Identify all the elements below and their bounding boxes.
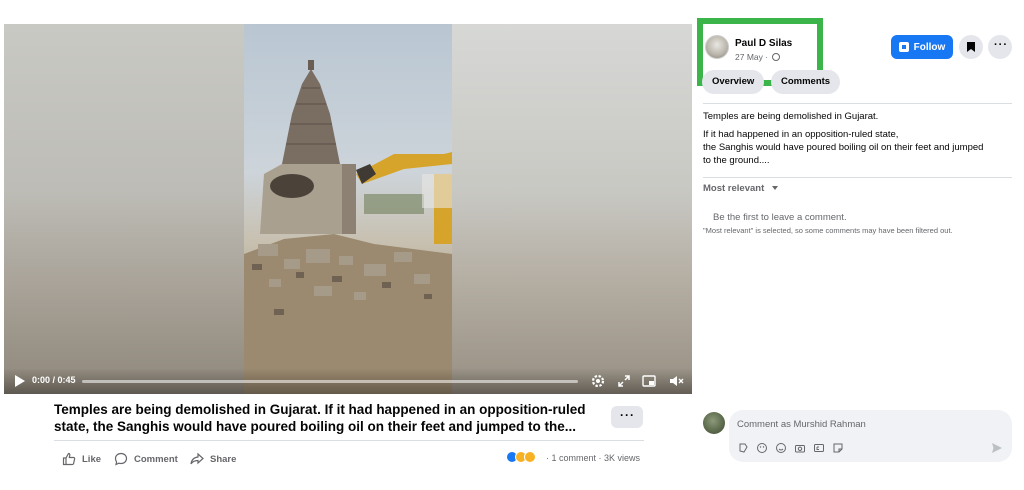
temple-demolition-scene bbox=[244, 60, 452, 394]
like-button[interactable]: Like bbox=[62, 451, 101, 467]
like-label: Like bbox=[82, 453, 102, 465]
post-more-button[interactable]: ··· bbox=[611, 406, 643, 428]
comment-composer[interactable] bbox=[729, 410, 1012, 462]
video-blur-backdrop-right bbox=[452, 24, 692, 394]
expand-icon[interactable] bbox=[616, 373, 632, 389]
author-avatar[interactable] bbox=[705, 35, 729, 59]
post-title-line-2: state, the Sanghis would have poured boi… bbox=[54, 419, 577, 434]
post-title-line-1: Temples are being demolished in Gujarat.… bbox=[54, 402, 586, 417]
post-text-line-3: the Sanghis would have poured boiling oi… bbox=[703, 142, 984, 153]
comment-input[interactable] bbox=[737, 416, 997, 432]
reaction-summary[interactable] bbox=[506, 451, 536, 463]
emoji-face-icon[interactable] bbox=[756, 441, 768, 453]
comment-button[interactable]: Comment bbox=[114, 451, 178, 467]
comment-bubble-icon bbox=[114, 452, 128, 466]
panel-divider-middle bbox=[703, 177, 1012, 178]
commenter-avatar bbox=[703, 412, 725, 434]
follow-button[interactable]: Follow bbox=[891, 35, 953, 59]
video-frame bbox=[244, 24, 452, 394]
video-blur-backdrop-left bbox=[4, 24, 244, 394]
settings-icon[interactable] bbox=[590, 373, 606, 389]
tab-overview-label: Overview bbox=[712, 76, 755, 87]
tab-overview[interactable]: Overview bbox=[702, 70, 765, 94]
share-label: Share bbox=[210, 453, 237, 465]
tab-comments[interactable]: Comments bbox=[771, 70, 841, 94]
panel-more-button[interactable]: ··· bbox=[988, 35, 1012, 59]
sort-label: Most relevant bbox=[703, 183, 765, 194]
video-player[interactable]: 0:00 / 0:45 bbox=[4, 24, 692, 394]
post-date[interactable]: 27 May · bbox=[735, 52, 781, 62]
empty-comments-text: Be the first to leave a comment. bbox=[713, 212, 847, 223]
post-divider bbox=[54, 440, 644, 441]
send-icon[interactable] bbox=[991, 441, 1003, 453]
post-title: Temples are being demolished in Gujarat.… bbox=[54, 401, 594, 435]
share-arrow-icon bbox=[190, 452, 204, 465]
tab-comments-label: Comments bbox=[781, 76, 831, 87]
panel-divider-top bbox=[703, 103, 1012, 104]
smiley-icon[interactable] bbox=[775, 441, 787, 453]
camera-icon[interactable] bbox=[794, 441, 806, 453]
save-bookmark-icon[interactable] bbox=[959, 35, 983, 59]
gif-icon[interactable] bbox=[813, 441, 825, 453]
post-text-line-2: If it had happened in an opposition-rule… bbox=[703, 129, 899, 140]
author-name[interactable]: Paul D Silas bbox=[735, 38, 792, 49]
comment-label: Comment bbox=[134, 453, 178, 465]
avatar-sticker-icon[interactable] bbox=[737, 441, 749, 453]
thumbs-up-icon bbox=[62, 452, 76, 466]
globe-icon bbox=[772, 53, 781, 61]
post-text-line-1: Temples are being demolished in Gujarat. bbox=[703, 111, 879, 122]
post-stats[interactable]: · 1 comment · 3K views bbox=[546, 453, 640, 463]
more-icon: ··· bbox=[620, 408, 635, 422]
comment-sort-dropdown[interactable]: Most relevant bbox=[703, 183, 778, 194]
post-date-text: 27 May · bbox=[735, 52, 769, 62]
more-icon: ··· bbox=[994, 39, 1008, 51]
caret-down-icon bbox=[771, 186, 778, 190]
share-button[interactable]: Share bbox=[190, 451, 236, 467]
mute-icon[interactable] bbox=[668, 373, 684, 389]
picture-in-picture-icon[interactable] bbox=[641, 373, 657, 389]
haha-reaction-icon bbox=[524, 451, 536, 463]
filter-note: "Most relevant" is selected, so some com… bbox=[703, 226, 953, 235]
play-icon[interactable] bbox=[14, 374, 26, 388]
sticker-icon[interactable] bbox=[832, 441, 844, 453]
post-text-line-4: to the ground.... bbox=[703, 155, 770, 166]
video-progress-bar[interactable] bbox=[82, 380, 578, 383]
video-controls: 0:00 / 0:45 bbox=[4, 368, 692, 394]
follow-label: Follow bbox=[913, 41, 946, 53]
follow-icon bbox=[898, 42, 909, 52]
video-time: 0:00 / 0:45 bbox=[32, 375, 76, 385]
